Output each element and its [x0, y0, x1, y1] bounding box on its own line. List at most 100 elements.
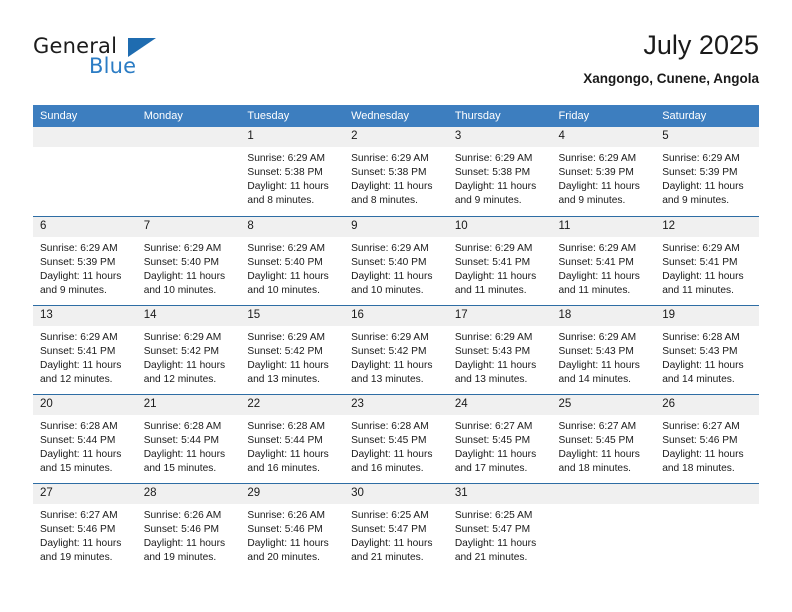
day-details: Sunrise: 6:29 AM Sunset: 5:39 PM Daylight:…: [33, 237, 137, 298]
day-number: 15: [240, 305, 345, 326]
daylight-text: Daylight: 11 hours and 14 minutes.: [662, 359, 744, 385]
calendar-day-cell[interactable]: 13 Sunrise: 6:29 AM Sunset: 5:41 PM Dayligh…: [33, 304, 137, 394]
calendar-week-row: 13 Sunrise: 6:29 AM Sunset: 5:41 PM Dayligh…: [33, 304, 759, 394]
daylight-text: Daylight: 11 hours and 11 minutes.: [454, 270, 537, 296]
calendar-day-cell[interactable]: 30 Sunrise: 6:25 AM Sunset: 5:47 PM Dayligh…: [344, 482, 448, 572]
calendar-day-cell[interactable]: 18 Sunrise: 6:29 AM Sunset: 5:43 PM Dayligh…: [551, 304, 656, 394]
calendar-day-cell[interactable]: 3 Sunrise: 6:29 AM Sunset: 5:38 PM Daylight…: [447, 127, 552, 216]
daylight-text: Daylight: 11 hours and 21 minutes.: [454, 537, 537, 563]
calendar-day-cell[interactable]: 26 Sunrise: 6:27 AM Sunset: 5:46 PM Dayligh…: [655, 393, 759, 483]
day-details: Sunrise: 6:25 AM Sunset: 5:47 PM Daylight:…: [344, 504, 448, 565]
sunrise-text: Sunrise: 6:29 AM: [351, 153, 429, 164]
calendar-empty-cell: [33, 127, 137, 216]
page-title: July 2025: [643, 30, 759, 60]
sunrise-text: Sunrise: 6:29 AM: [558, 242, 637, 254]
calendar-day-cell[interactable]: 6 Sunrise: 6:29 AM Sunset: 5:39 PM Daylight…: [33, 215, 137, 305]
calendar-day-cell[interactable]: 11 Sunrise: 6:29 AM Sunset: 5:41 PM Dayligh…: [551, 215, 656, 305]
daylight-text: Daylight: 11 hours and 9 minutes.: [558, 181, 640, 207]
calendar-week-row: 27 Sunrise: 6:27 AM Sunset: 5:46 PM Dayligh…: [33, 482, 759, 572]
sunset-text: Sunset: 5:41 PM: [454, 256, 531, 268]
calendar-day-cell[interactable]: 2 Sunrise: 6:29 AM Sunset: 5:38 PM Daylight…: [344, 127, 448, 216]
weekday-header-wednesday: Wednesday: [344, 105, 448, 127]
day-details: Sunrise: 6:29 AM Sunset: 5:41 PM Daylight:…: [655, 237, 759, 298]
day-details: Sunrise: 6:27 AM Sunset: 5:45 PM Daylight:…: [552, 415, 656, 476]
calendar-day-cell[interactable]: 27 Sunrise: 6:27 AM Sunset: 5:46 PM Dayligh…: [33, 482, 137, 572]
day-details: Sunrise: 6:29 AM Sunset: 5:41 PM Daylight:…: [552, 237, 656, 298]
calendar-page: General Blue July 2025 Xangongo, Cunene,…: [0, 0, 792, 612]
calendar-body: 1 Sunrise: 6:29 AM Sunset: 5:38 PM Daylight…: [33, 127, 759, 572]
daylight-text: Daylight: 11 hours and 8 minutes.: [351, 181, 433, 207]
daylight-text: Daylight: 11 hours and 19 minutes.: [40, 537, 122, 563]
sunset-text: Sunset: 5:41 PM: [662, 256, 738, 268]
weekday-header-thursday: Thursday: [447, 105, 552, 127]
day-number: 25: [551, 394, 656, 415]
weekday-header-friday: Friday: [551, 105, 656, 127]
sunset-text: Sunset: 5:45 PM: [454, 434, 531, 446]
sunset-text: Sunset: 5:46 PM: [143, 523, 220, 535]
sunset-text: Sunset: 5:47 PM: [351, 523, 427, 535]
calendar-day-cell[interactable]: 29 Sunrise: 6:26 AM Sunset: 5:46 PM Dayligh…: [240, 482, 345, 572]
calendar-day-cell[interactable]: 1 Sunrise: 6:29 AM Sunset: 5:38 PM Daylight…: [240, 127, 345, 216]
calendar-day-cell[interactable]: 14 Sunrise: 6:29 AM Sunset: 5:42 PM Dayligh…: [136, 304, 241, 394]
sunrise-text: Sunrise: 6:29 AM: [558, 153, 637, 164]
daylight-text: Daylight: 11 hours and 9 minutes.: [662, 181, 744, 207]
sunrise-text: Sunrise: 6:25 AM: [351, 509, 429, 521]
calendar-day-cell[interactable]: 4 Sunrise: 6:29 AM Sunset: 5:39 PM Daylight…: [551, 127, 656, 216]
calendar-day-cell[interactable]: 20 Sunrise: 6:28 AM Sunset: 5:44 PM Dayligh…: [33, 393, 137, 483]
sunset-text: Sunset: 5:44 PM: [143, 434, 220, 446]
day-number: [551, 483, 656, 504]
daylight-text: Daylight: 11 hours and 18 minutes.: [558, 448, 640, 474]
calendar-day-cell[interactable]: 25 Sunrise: 6:27 AM Sunset: 5:45 PM Dayligh…: [551, 393, 656, 483]
calendar-day-cell[interactable]: 24 Sunrise: 6:27 AM Sunset: 5:45 PM Dayligh…: [447, 393, 552, 483]
calendar-day-cell[interactable]: 8 Sunrise: 6:29 AM Sunset: 5:40 PM Daylight…: [240, 215, 345, 305]
calendar-day-cell[interactable]: 10 Sunrise: 6:29 AM Sunset: 5:41 PM Dayligh…: [447, 215, 552, 305]
sunset-text: Sunset: 5:41 PM: [40, 345, 116, 357]
daylight-text: Daylight: 11 hours and 13 minutes.: [454, 359, 537, 385]
calendar-day-cell[interactable]: 12 Sunrise: 6:29 AM Sunset: 5:41 PM Dayligh…: [655, 215, 759, 305]
calendar-day-cell[interactable]: 17 Sunrise: 6:29 AM Sunset: 5:43 PM Dayligh…: [447, 304, 552, 394]
daylight-text: Daylight: 11 hours and 11 minutes.: [558, 270, 640, 296]
day-details: Sunrise: 6:29 AM Sunset: 5:41 PM Daylight:…: [33, 326, 137, 387]
calendar-day-cell[interactable]: 16 Sunrise: 6:29 AM Sunset: 5:42 PM Dayligh…: [344, 304, 448, 394]
daylight-text: Daylight: 11 hours and 13 minutes.: [247, 359, 329, 385]
calendar-header-row: Sunday Monday Tuesday Wednesday Thursday…: [33, 105, 759, 127]
day-details: Sunrise: 6:29 AM Sunset: 5:39 PM Daylight:…: [655, 147, 759, 208]
day-number: 8: [240, 216, 345, 237]
calendar-day-cell[interactable]: 22 Sunrise: 6:28 AM Sunset: 5:44 PM Dayligh…: [240, 393, 345, 483]
daylight-text: Daylight: 11 hours and 10 minutes.: [143, 270, 226, 296]
day-details: Sunrise: 6:29 AM Sunset: 5:43 PM Daylight:…: [552, 326, 656, 387]
calendar-day-cell[interactable]: 23 Sunrise: 6:28 AM Sunset: 5:45 PM Dayligh…: [344, 393, 448, 483]
daylight-text: Daylight: 11 hours and 12 minutes.: [40, 359, 122, 385]
calendar-table: Sunday Monday Tuesday Wednesday Thursday…: [33, 105, 759, 572]
calendar-day-cell[interactable]: 9 Sunrise: 6:29 AM Sunset: 5:40 PM Daylight…: [344, 215, 448, 305]
title-block: July 2025 Xangongo, Cunene, Angola: [583, 28, 759, 87]
calendar-day-cell[interactable]: 28 Sunrise: 6:26 AM Sunset: 5:46 PM Dayligh…: [136, 482, 241, 572]
day-number: 21: [136, 394, 241, 415]
day-details: Sunrise: 6:27 AM Sunset: 5:45 PM Daylight:…: [448, 415, 552, 476]
sunset-text: Sunset: 5:42 PM: [143, 345, 220, 357]
sunrise-text: Sunrise: 6:27 AM: [40, 509, 118, 521]
day-details: Sunrise: 6:25 AM Sunset: 5:47 PM Daylight:…: [448, 504, 552, 565]
day-number: 18: [551, 305, 656, 326]
sunset-text: Sunset: 5:43 PM: [454, 345, 531, 357]
calendar-day-cell[interactable]: 15 Sunrise: 6:29 AM Sunset: 5:42 PM Dayligh…: [240, 304, 345, 394]
calendar-day-cell[interactable]: 31 Sunrise: 6:25 AM Sunset: 5:47 PM Dayligh…: [447, 482, 552, 572]
calendar-day-cell[interactable]: 5 Sunrise: 6:29 AM Sunset: 5:39 PM Daylight…: [655, 127, 759, 216]
day-number: 24: [447, 394, 552, 415]
day-number: 11: [551, 216, 656, 237]
brand-logo: General Blue: [33, 34, 173, 86]
day-details: Sunrise: 6:28 AM Sunset: 5:44 PM Daylight:…: [137, 415, 241, 476]
sunset-text: Sunset: 5:39 PM: [558, 167, 634, 179]
sunset-text: Sunset: 5:39 PM: [662, 167, 738, 179]
day-number: 28: [136, 483, 241, 504]
daylight-text: Daylight: 11 hours and 18 minutes.: [662, 448, 744, 474]
sunset-text: Sunset: 5:47 PM: [454, 523, 531, 535]
day-number: 23: [344, 394, 448, 415]
calendar-week-row: 6 Sunrise: 6:29 AM Sunset: 5:39 PM Daylight…: [33, 215, 759, 305]
calendar-day-cell[interactable]: 7 Sunrise: 6:29 AM Sunset: 5:40 PM Daylight…: [136, 215, 241, 305]
day-details: Sunrise: 6:27 AM Sunset: 5:46 PM Daylight:…: [33, 504, 137, 565]
calendar-day-cell[interactable]: 21 Sunrise: 6:28 AM Sunset: 5:44 PM Dayligh…: [136, 393, 241, 483]
day-number: 30: [344, 483, 448, 504]
calendar-day-cell[interactable]: 19 Sunrise: 6:28 AM Sunset: 5:43 PM Dayligh…: [655, 304, 759, 394]
day-number: 29: [240, 483, 345, 504]
